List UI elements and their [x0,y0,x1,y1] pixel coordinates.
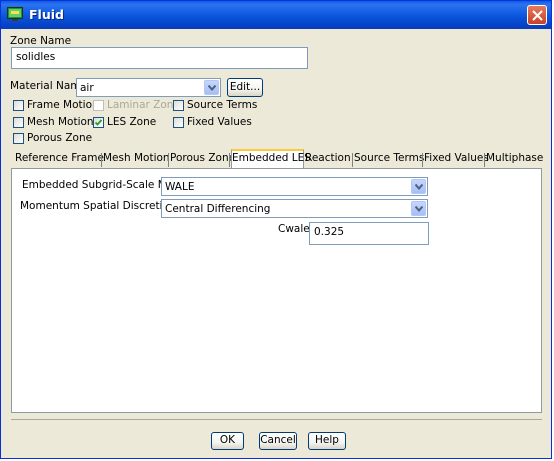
momentum-discretization-value: Central Differencing [165,203,271,215]
tab-divider [168,153,169,167]
tab-reference-frame[interactable]: Reference Frame [15,151,104,168]
footer-divider [11,419,542,420]
cwale-input[interactable]: 0.325 [309,222,429,245]
fluid-dialog: Fluid Zone Name solidles Material Name a… [0,0,552,459]
tab-divider [352,153,353,167]
tab-mesh-motion[interactable]: Mesh Motion [103,151,170,168]
tab-source-terms[interactable]: Source Terms [354,151,424,168]
material-name-value: air [80,82,94,94]
tab-divider [422,153,423,167]
embedded-les-panel: Embedded Subgrid-Scale Model WALE Moment… [11,168,542,413]
source-terms-label: Source Terms [187,99,258,111]
zone-name-label: Zone Name [10,35,72,47]
momentum-discretization-select[interactable]: Central Differencing [161,199,428,218]
source-terms-checkbox[interactable] [173,100,184,111]
porous-zone-label: Porous Zone [27,132,93,144]
tab-porous-zone[interactable]: Porous Zone [170,151,235,168]
tab-divider [484,153,485,167]
laminar-zone-label: Laminar Zone [107,99,180,111]
sgs-dropdown-arrow[interactable] [411,179,426,194]
check-icon [94,119,103,126]
frame-motion-label: Frame Motion [27,99,99,111]
porous-zone-checkbox[interactable] [13,133,24,144]
tab-divider [101,153,102,167]
fixed-values-label: Fixed Values [187,116,252,128]
zone-name-input[interactable]: solidles [11,47,308,69]
material-dropdown-arrow[interactable] [204,80,219,95]
title-bar[interactable]: Fluid [1,1,551,29]
tab-fixed-values[interactable]: Fixed Values [424,151,489,168]
les-zone-checkbox[interactable] [93,117,104,128]
app-icon [7,7,23,21]
material-name-select[interactable]: air [76,78,221,97]
laminar-zone-checkbox[interactable] [93,100,104,111]
sgs-model-select[interactable]: WALE [161,177,428,196]
mesh-motion-checkbox[interactable] [13,117,24,128]
tab-bar: Reference Frame Mesh Motion Porous Zone … [13,149,543,169]
close-button[interactable] [527,5,547,25]
help-button[interactable]: Help [308,432,346,450]
frame-motion-checkbox[interactable] [13,100,24,111]
ok-button[interactable]: OK [211,432,244,450]
tab-embedded-les[interactable]: Embedded LES [231,149,311,169]
material-edit-button[interactable]: Edit... [227,78,263,97]
les-zone-label: LES Zone [107,116,157,128]
fixed-values-checkbox[interactable] [173,117,184,128]
chevron-down-icon [415,184,423,190]
cwale-label: Cwale [278,223,310,235]
sgs-model-value: WALE [165,181,195,193]
chevron-down-icon [208,85,216,91]
tab-divider [229,153,230,167]
cancel-button[interactable]: Cancel [259,432,297,450]
window-title: Fluid [29,7,64,22]
chevron-down-icon [415,206,423,212]
tab-multiphase[interactable]: Multiphase [486,151,543,168]
close-icon [532,10,543,21]
mesh-motion-label: Mesh Motion [27,116,94,128]
momentum-dropdown-arrow[interactable] [411,201,426,216]
tab-reaction[interactable]: Reaction [305,151,351,168]
